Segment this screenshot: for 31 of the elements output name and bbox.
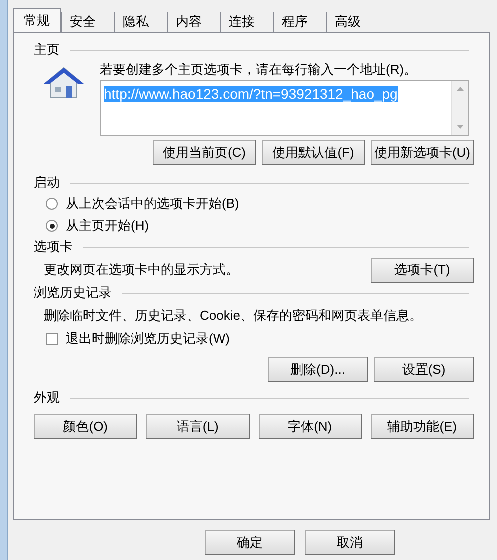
description-text: 删除临时文件、历史记录、Cookie、保存的密码和网页表单信息。 — [43, 307, 424, 325]
radio-label: 从上次会话中的选项卡开始(B) — [66, 195, 240, 214]
button[interactable]: 设置(S) — [374, 357, 474, 382]
section-title: 启动 — [34, 174, 60, 192]
section-title: 选项卡 — [34, 238, 73, 256]
button[interactable]: 使用默认值(F) — [262, 140, 365, 165]
radio-button[interactable] — [46, 220, 58, 232]
button[interactable]: 使用新选项卡(U) — [371, 140, 474, 165]
radio-button[interactable] — [46, 198, 58, 210]
scroll-up-icon[interactable] — [456, 87, 464, 91]
checkbox[interactable] — [46, 333, 58, 345]
house-icon — [44, 66, 84, 100]
button[interactable]: 选项卡(T) — [371, 258, 474, 282]
button[interactable]: 确定 — [205, 530, 295, 555]
description-text: 更改网页在选项卡中的显示方式。 — [44, 261, 239, 280]
section-title: 主页 — [34, 41, 60, 60]
button[interactable]: 删除(D)... — [268, 357, 368, 382]
instruction-text: 若要创建多个主页选项卡，请在每行输入一个地址(R)。 — [100, 61, 418, 79]
tab[interactable]: 常规 — [13, 8, 61, 32]
radio-label: 从主页开始(H) — [66, 217, 150, 236]
button[interactable]: 颜色(O) — [34, 414, 138, 439]
scroll-down-icon[interactable] — [456, 125, 464, 129]
section-title: 外观 — [34, 389, 60, 408]
checkbox-label: 退出时删除浏览历史记录(W) — [66, 330, 230, 348]
button[interactable]: 取消 — [305, 530, 395, 555]
button[interactable]: 语言(L) — [146, 414, 250, 439]
button[interactable]: 使用当前页(C) — [153, 140, 256, 165]
scrollbar[interactable] — [451, 81, 468, 135]
section-title: 浏览历史记录 — [34, 284, 112, 302]
button[interactable]: 字体(N) — [258, 414, 362, 439]
button[interactable]: 辅助功能(E) — [370, 414, 474, 439]
